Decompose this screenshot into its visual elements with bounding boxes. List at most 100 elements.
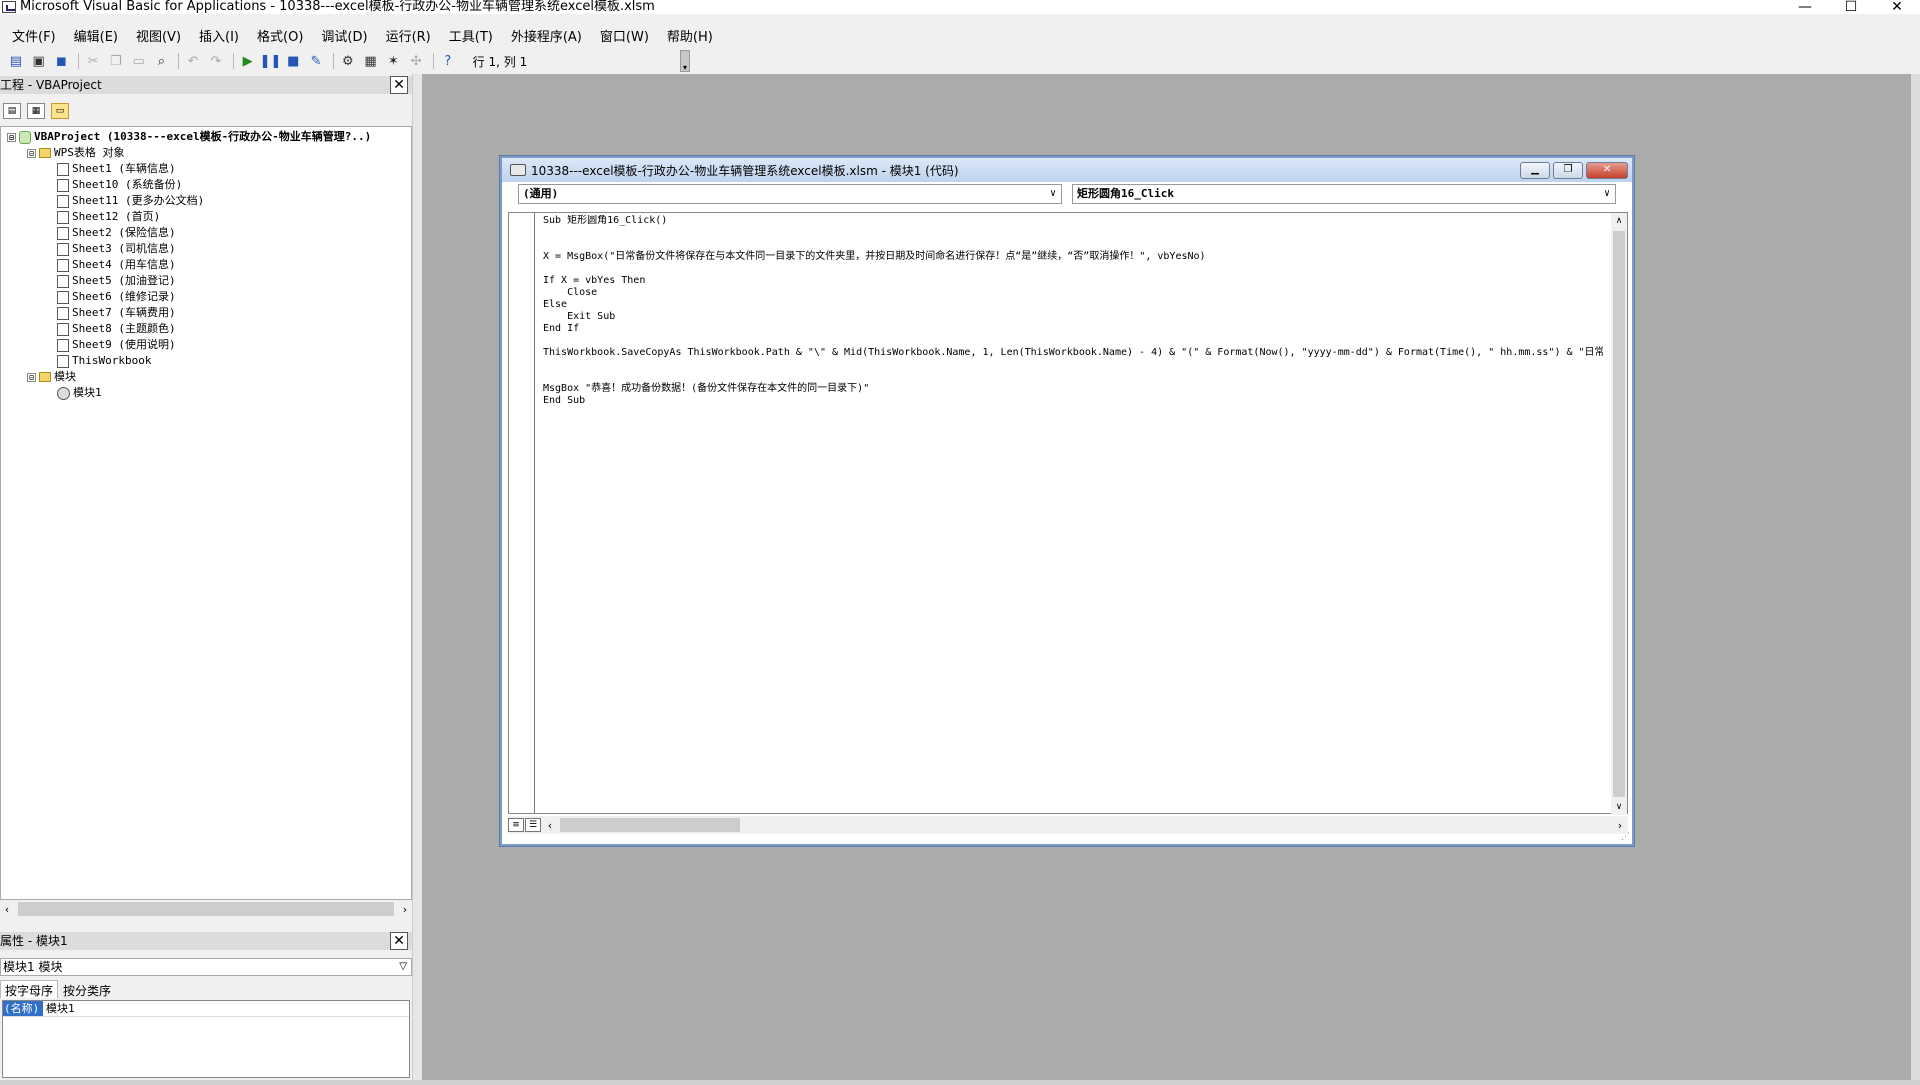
code-line[interactable]: MsgBox "恭喜！成功备份数据！(备份文件保存在本文件的同一目录下)" [543, 383, 1603, 395]
tree-node[interactable]: Sheet12 (首页) [57, 209, 160, 225]
scroll-right-icon[interactable]: › [1612, 819, 1628, 832]
view-object-icon[interactable]: ▦ [27, 103, 45, 119]
property-row[interactable]: (名称) 模块1 [3, 1001, 409, 1017]
code-line[interactable] [543, 263, 1603, 275]
close-icon[interactable]: ✕ [1874, 0, 1920, 14]
view-excel-icon[interactable]: ▤ [6, 51, 26, 71]
paste-icon[interactable]: ▭ [129, 51, 149, 71]
code-margin[interactable] [509, 213, 535, 813]
menu-help[interactable]: 帮助(H) [658, 26, 722, 45]
run-icon[interactable]: ▶ [238, 51, 258, 71]
menu-file[interactable]: 文件(F) [0, 26, 65, 45]
code-close-icon[interactable]: ✕ [1586, 161, 1628, 179]
tree-node[interactable]: Sheet10 (系统备份) [57, 177, 182, 193]
tab-categorized[interactable]: 按分类序 [58, 980, 117, 998]
tree-node[interactable]: ⊟ WPS表格 对象 [27, 145, 125, 161]
copy-icon[interactable]: ❐ [106, 51, 126, 71]
scroll-left-icon[interactable]: ‹ [0, 903, 14, 916]
properties-panel-close-icon[interactable]: ✕ [390, 932, 408, 950]
panel-splitter[interactable] [412, 74, 422, 1085]
tree-node[interactable]: ⊟ 模块 [27, 369, 76, 385]
scroll-right-icon[interactable]: › [398, 903, 412, 916]
chevron-down-icon[interactable]: ∨ [1604, 185, 1610, 203]
tree-node[interactable]: Sheet5 (加油登记) [57, 273, 176, 289]
menu-format[interactable]: 格式(O) [248, 26, 312, 45]
procedure-view-icon[interactable]: ≡ [508, 818, 524, 832]
tree-node[interactable]: Sheet1 (车辆信息) [57, 161, 176, 177]
code-line[interactable]: Else [543, 299, 1603, 311]
object-browser-icon[interactable]: ✶ [383, 51, 403, 71]
code-line[interactable] [543, 227, 1603, 239]
procedure-select[interactable]: 矩形圆角16_Click ∨ [1072, 184, 1616, 204]
tree-node[interactable]: Sheet4 (用车信息) [57, 257, 176, 273]
toolbox-icon[interactable]: ✣ [406, 51, 426, 71]
tree-node[interactable]: Sheet7 (车辆费用) [57, 305, 176, 321]
menu-edit[interactable]: 编辑(E) [65, 26, 127, 45]
maximize-icon[interactable]: ☐ [1828, 0, 1874, 14]
menu-tools[interactable]: 工具(T) [440, 26, 502, 45]
scroll-down-icon[interactable]: ∨ [1611, 799, 1627, 815]
tree-node[interactable]: Sheet2 (保险信息) [57, 225, 176, 241]
property-value[interactable]: 模块1 [43, 1001, 75, 1016]
properties-object-select[interactable]: 模块1 模块 ▽ [0, 958, 412, 976]
break-icon[interactable]: ❚❚ [260, 51, 282, 71]
code-line[interactable] [543, 239, 1603, 251]
cut-icon[interactable]: ✂ [83, 51, 103, 71]
code-line[interactable]: If X = vbYes Then [543, 275, 1603, 287]
reset-icon[interactable]: ■ [283, 51, 303, 71]
properties-window-icon[interactable]: ▦ [361, 51, 381, 71]
full-module-view-icon[interactable]: ☰ [525, 818, 541, 832]
scroll-thumb[interactable] [18, 902, 394, 916]
tree-node[interactable]: Sheet3 (司机信息) [57, 241, 176, 257]
code-line[interactable] [543, 335, 1603, 347]
code-line[interactable]: X = MsgBox("日常备份文件将保存在与本文件同一目录下的文件夹里，并按日… [543, 251, 1603, 263]
tab-alphabetic[interactable]: 按字母序 [0, 980, 59, 998]
tree-node[interactable]: ⊟ VBAProject (10338---excel模板-行政办公-物业车辆管理… [7, 129, 371, 145]
code-editor[interactable]: Sub 矩形圆角16_Click() X = MsgBox("日常备份文件将保存在… [508, 212, 1628, 815]
code-line[interactable]: End Sub [543, 395, 1603, 407]
chevron-down-icon[interactable]: ▽ [399, 959, 407, 975]
save-icon[interactable]: ◼ [52, 51, 72, 71]
code-line[interactable]: End If [543, 323, 1603, 335]
redo-icon[interactable]: ↷ [206, 51, 226, 71]
code-window-titlebar[interactable]: 10338---excel模板-行政办公-物业车辆管理系统excel模板.xls… [502, 158, 1632, 182]
resize-grip-icon[interactable]: ⋰ [1621, 832, 1630, 842]
minimize-icon[interactable]: — [1782, 0, 1828, 14]
menu-window[interactable]: 窗口(W) [591, 26, 658, 45]
chevron-down-icon[interactable]: ∨ [1050, 185, 1056, 203]
code-line[interactable] [543, 371, 1603, 383]
project-panel-close-icon[interactable]: ✕ [390, 76, 408, 94]
expander-icon[interactable]: ⊟ [27, 372, 36, 382]
code-line[interactable] [543, 359, 1603, 371]
expander-icon[interactable]: ⊟ [27, 148, 36, 158]
view-code-icon[interactable]: ▤ [3, 103, 21, 119]
object-select[interactable]: (通用) ∨ [518, 184, 1062, 204]
menu-insert[interactable]: 插入(I) [190, 26, 248, 45]
tree-node[interactable]: Sheet8 (主题颜色) [57, 321, 176, 337]
code-restore-icon[interactable]: ❐ [1553, 161, 1583, 179]
help-icon[interactable]: ? [438, 51, 458, 71]
tree-node[interactable]: Sheet11 (更多办公文档) [57, 193, 204, 209]
menu-run[interactable]: 运行(R) [377, 26, 440, 45]
scroll-left-icon[interactable]: ‹ [542, 819, 558, 832]
code-line[interactable]: ThisWorkbook.SaveCopyAs ThisWorkbook.Pat… [543, 347, 1603, 359]
code-text[interactable]: Sub 矩形圆角16_Click() X = MsgBox("日常备份文件将保存在… [543, 215, 1603, 811]
code-line[interactable]: Sub 矩形圆角16_Click() [543, 215, 1603, 227]
scroll-thumb[interactable] [1613, 231, 1625, 797]
find-icon[interactable]: ⌕ [151, 51, 171, 71]
tree-node[interactable]: Sheet9 (使用说明) [57, 337, 176, 353]
insert-module-icon[interactable]: ▣ [29, 51, 49, 71]
toggle-folders-icon[interactable]: ▭ [51, 103, 69, 119]
code-line[interactable]: Close [543, 287, 1603, 299]
expander-icon[interactable]: ⊟ [7, 132, 16, 142]
scroll-thumb[interactable] [560, 818, 740, 832]
scroll-up-icon[interactable]: ∧ [1611, 213, 1627, 229]
mdi-scrollbar[interactable] [1911, 74, 1920, 1085]
menu-debug[interactable]: 调试(D) [312, 26, 376, 45]
tree-node[interactable]: Sheet6 (维修记录) [57, 289, 176, 305]
design-mode-icon[interactable]: ✎ [306, 51, 326, 71]
project-explorer-icon[interactable]: ⚙ [338, 51, 358, 71]
project-tree-scrollbar[interactable]: ‹ › [0, 900, 412, 918]
code-line[interactable]: Exit Sub [543, 311, 1603, 323]
code-minimize-icon[interactable]: ▁ [1520, 161, 1550, 179]
